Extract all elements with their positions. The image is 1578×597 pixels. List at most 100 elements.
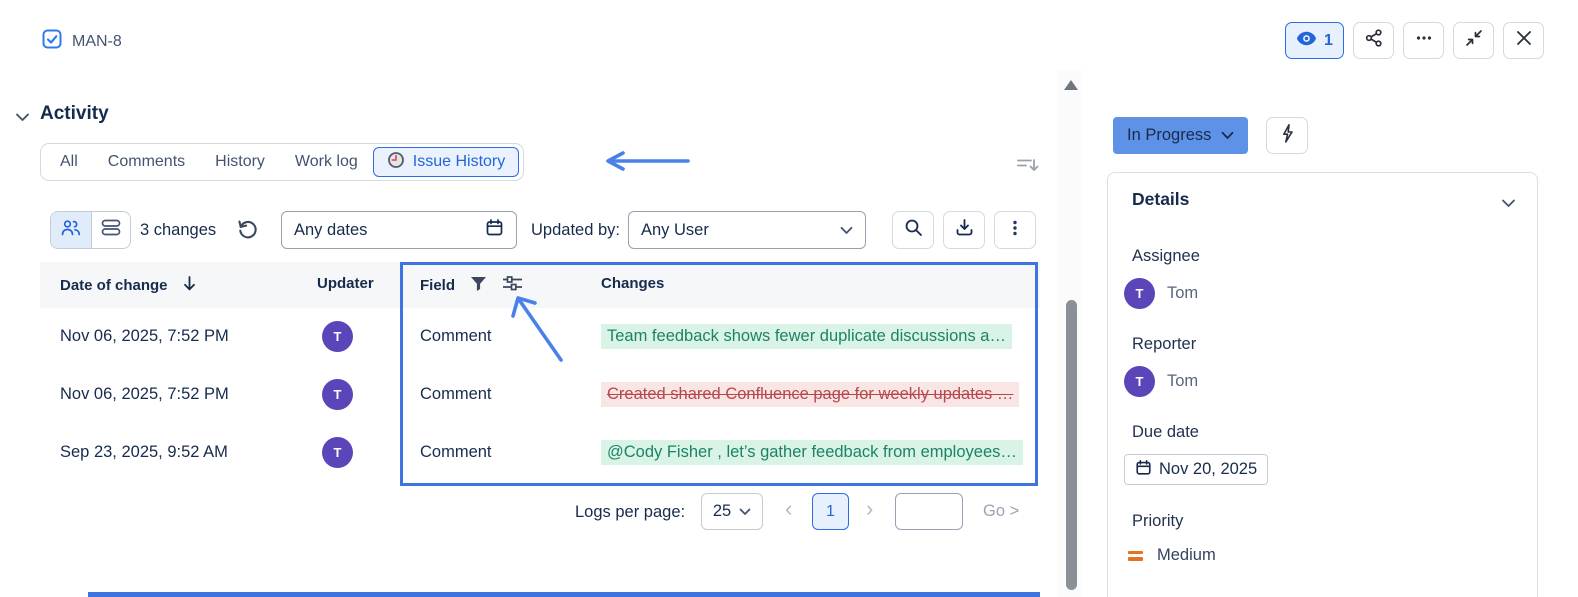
people-icon — [59, 219, 82, 241]
filter-funnel-icon[interactable] — [470, 276, 487, 296]
due-date-value: Nov 20, 2025 — [1159, 460, 1257, 479]
close-icon — [1515, 29, 1533, 52]
calendar-icon — [1135, 459, 1152, 481]
collapse-button[interactable] — [1453, 22, 1494, 59]
more-button[interactable] — [1403, 22, 1444, 59]
details-panel: Details Assignee T Tom Reporter T Tom Du… — [1107, 172, 1538, 597]
reporter-avatar: T — [1124, 366, 1155, 397]
share-button[interactable] — [1353, 22, 1394, 59]
download-icon — [955, 218, 974, 242]
user-filter-select[interactable]: Any User — [628, 211, 866, 249]
updated-by-label: Updated by: — [531, 221, 620, 240]
column-updater[interactable]: Updater — [317, 275, 374, 292]
bottom-section-border — [88, 592, 1040, 597]
scrollbar-thumb[interactable] — [1066, 300, 1077, 590]
assignee-avatar: T — [1124, 278, 1155, 309]
date-filter-input[interactable]: Any dates — [281, 211, 517, 249]
group-by-user-toggle[interactable] — [51, 212, 91, 248]
reporter-label: Reporter — [1132, 335, 1196, 354]
assignee-label: Assignee — [1132, 247, 1200, 266]
priority-value: Medium — [1157, 546, 1216, 565]
sort-descending-icon[interactable] — [182, 275, 197, 296]
column-date-label: Date of change — [60, 277, 168, 294]
history-table-header: Date of change Updater Field Changes — [40, 262, 1040, 308]
search-button[interactable] — [892, 211, 934, 249]
updater-avatar[interactable]: T — [322, 437, 353, 468]
sort-order-icon[interactable] — [1016, 156, 1040, 179]
status-label: In Progress — [1127, 126, 1211, 145]
prev-page-button[interactable]: ‹ — [785, 496, 792, 522]
tab-all[interactable]: All — [45, 147, 93, 177]
column-changes[interactable]: Changes — [601, 275, 664, 292]
chevron-down-icon — [739, 502, 751, 521]
change-date: Sep 23, 2025, 9:52 AM — [60, 443, 228, 462]
collapse-icon — [1465, 29, 1483, 52]
page-size-select[interactable]: 25 — [701, 493, 763, 530]
page-size-value: 25 — [713, 502, 731, 521]
change-value-added: @Cody Fisher , let’s gather feedback fro… — [601, 440, 1023, 465]
change-date: Nov 06, 2025, 7:52 PM — [60, 327, 229, 346]
priority-label: Priority — [1132, 512, 1183, 531]
current-page-button[interactable]: 1 — [812, 493, 849, 530]
page-jump-input[interactable] — [895, 493, 963, 530]
kebab-menu-button[interactable] — [994, 211, 1036, 249]
automation-button[interactable] — [1266, 117, 1308, 154]
tab-history[interactable]: History — [200, 147, 280, 177]
reporter-name: Tom — [1167, 372, 1198, 391]
priority-field[interactable]: Medium — [1128, 546, 1216, 565]
watch-count: 1 — [1324, 32, 1333, 50]
due-date-field[interactable]: Nov 20, 2025 — [1124, 454, 1268, 485]
go-to-page-button[interactable]: Go > — [983, 502, 1019, 521]
list-view-toggle[interactable] — [91, 212, 131, 248]
tab-issue-history-label: Issue History — [413, 153, 505, 171]
scrollbar-up-arrow[interactable] — [1064, 80, 1078, 90]
refresh-icon[interactable] — [237, 218, 259, 245]
updater-avatar[interactable]: T — [322, 379, 353, 410]
calendar-icon — [485, 218, 504, 242]
download-button[interactable] — [943, 211, 985, 249]
user-filter-value: Any User — [641, 221, 709, 240]
change-date: Nov 06, 2025, 7:52 PM — [60, 385, 229, 404]
changes-count: 3 changes — [140, 221, 216, 240]
status-dropdown-button[interactable]: In Progress — [1113, 117, 1248, 154]
column-field[interactable]: Field — [420, 275, 523, 296]
assignee-field[interactable]: T Tom — [1124, 278, 1198, 309]
next-page-button[interactable]: › — [866, 496, 873, 522]
issue-key-row: MAN-8 — [42, 29, 122, 54]
activity-title: Activity — [40, 103, 109, 125]
change-field: Comment — [420, 385, 492, 404]
details-title: Details — [1132, 189, 1189, 210]
tab-work-log[interactable]: Work log — [280, 147, 373, 177]
tab-issue-history[interactable]: Issue History — [373, 147, 519, 177]
issue-detail-view: MAN-8 1 — [0, 0, 1578, 597]
chevron-down-icon — [840, 221, 853, 240]
clock-icon — [387, 151, 405, 174]
activity-collapse-chevron-icon[interactable] — [15, 110, 30, 128]
tab-comments[interactable]: Comments — [93, 147, 200, 177]
close-button[interactable] — [1503, 22, 1544, 59]
column-field-label: Field — [420, 277, 455, 294]
details-collapse-chevron-icon[interactable] — [1501, 196, 1516, 214]
history-row[interactable]: Sep 23, 2025, 9:52 AM T Comment @Cody Fi… — [40, 424, 1040, 482]
history-row[interactable]: Nov 06, 2025, 7:52 PM T Comment Team fee… — [40, 308, 1040, 366]
reporter-field[interactable]: T Tom — [1124, 366, 1198, 397]
issue-key: MAN-8 — [72, 33, 122, 51]
assignee-name: Tom — [1167, 284, 1198, 303]
issue-type-checkbox-icon — [42, 29, 62, 54]
updater-avatar[interactable]: T — [322, 321, 353, 352]
view-mode-toggle — [50, 211, 131, 249]
watchers-button[interactable]: 1 — [1285, 22, 1344, 59]
search-icon — [904, 218, 923, 242]
change-value-added: Team feedback shows fewer duplicate disc… — [601, 324, 1012, 349]
annotation-arrow-to-issue-history-tab — [598, 150, 692, 172]
field-settings-sliders-icon[interactable] — [502, 275, 523, 296]
lightning-icon — [1279, 123, 1296, 149]
history-row[interactable]: Nov 06, 2025, 7:52 PM T Comment Created … — [40, 366, 1040, 424]
change-field: Comment — [420, 443, 492, 462]
change-value-removed: Created shared Confluence page for weekl… — [601, 382, 1019, 407]
column-date-of-change[interactable]: Date of change — [60, 275, 197, 296]
eye-icon — [1296, 31, 1317, 51]
date-filter-value: Any dates — [294, 221, 367, 240]
rows-icon — [101, 219, 121, 241]
chevron-down-icon — [1221, 126, 1234, 145]
